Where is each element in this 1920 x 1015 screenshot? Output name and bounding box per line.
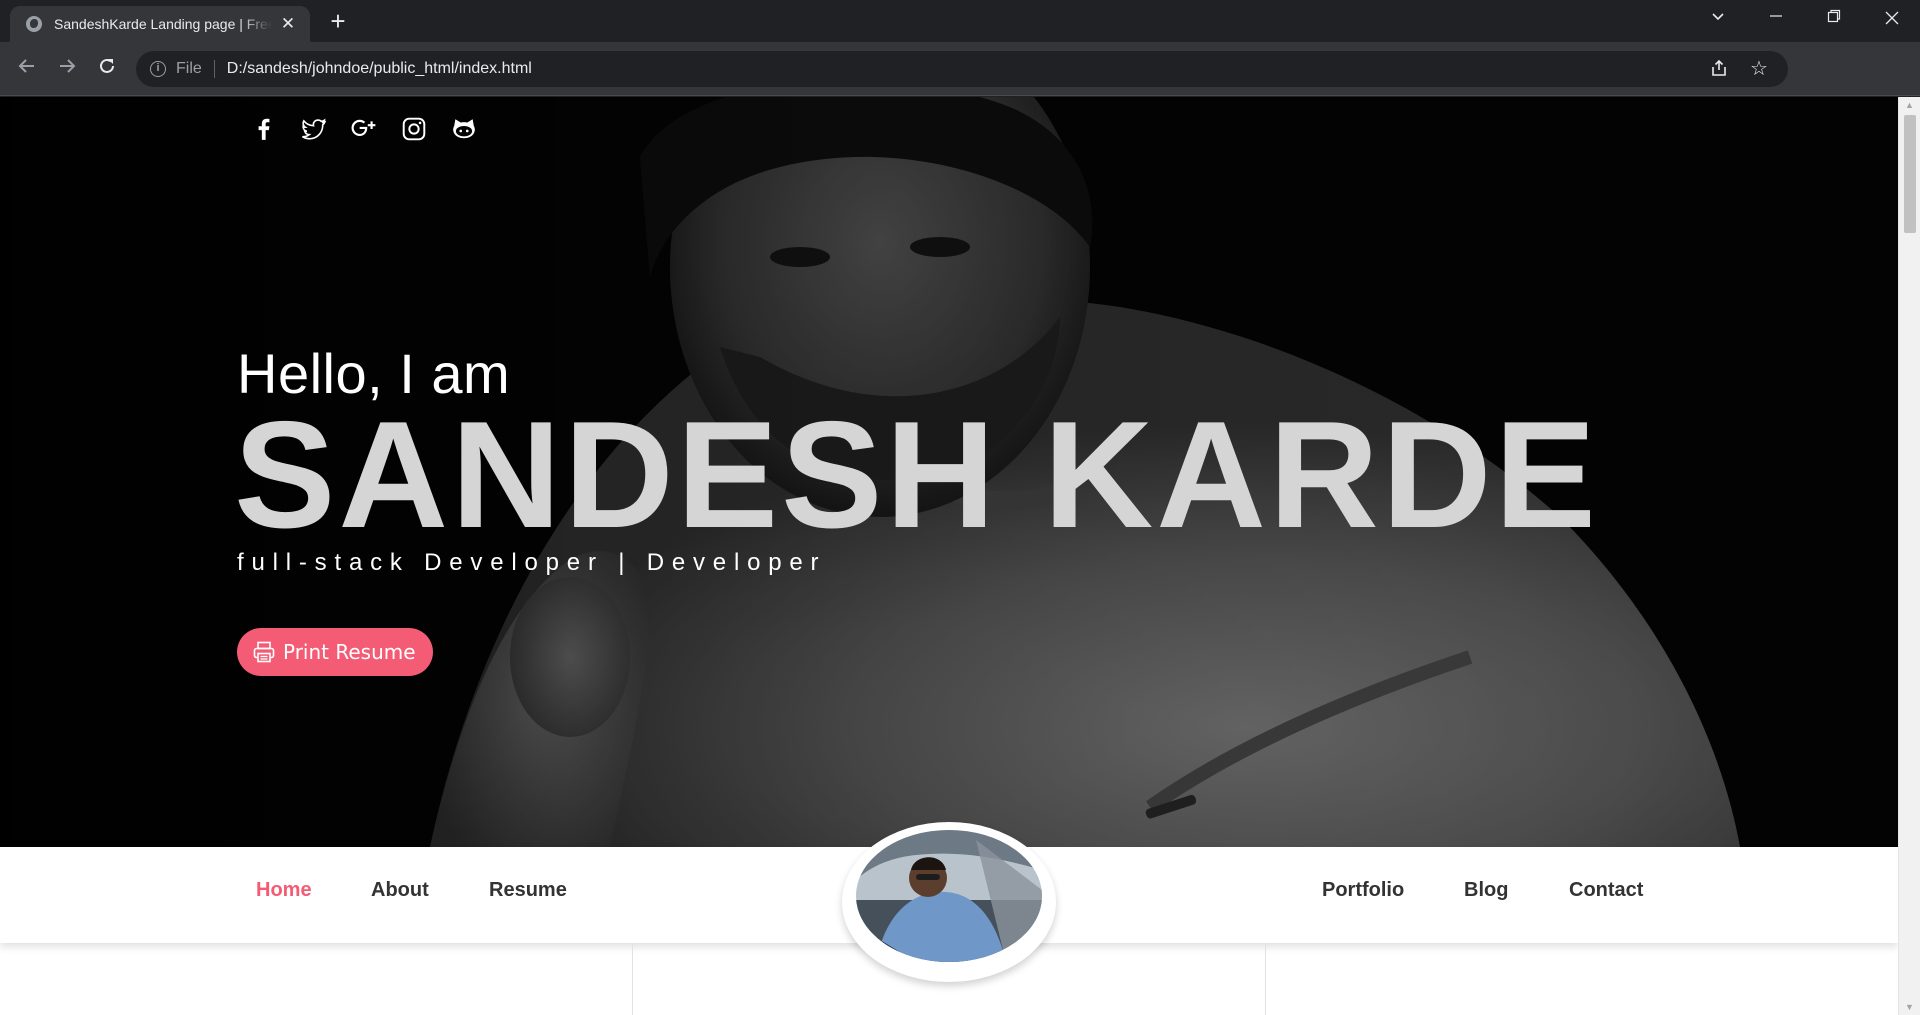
social-links [250, 115, 478, 143]
instagram-icon[interactable] [400, 115, 428, 143]
address-bar[interactable]: i File D:/sandesh/johndoe/public_html/in… [136, 51, 1788, 87]
url-text[interactable]: D:/sandesh/johndoe/public_html/index.htm… [227, 60, 532, 78]
tab-strip: SandeshKarde Landing page | Free Resume … [0, 0, 1920, 42]
hero-section: Hello, I am SANDESH KARDE full-stack Dev… [0, 97, 1898, 847]
scroll-up-icon[interactable]: ▲ [1899, 97, 1920, 113]
new-tab-button[interactable]: + [322, 8, 354, 36]
nav-resume[interactable]: Resume [489, 879, 567, 902]
hero-tagline: full-stack Developer | Developer [237, 549, 827, 576]
github-icon[interactable] [450, 115, 478, 143]
print-resume-button[interactable]: Print Resume [237, 628, 433, 676]
twitter-icon[interactable] [300, 115, 328, 143]
minimize-icon[interactable] [1748, 0, 1804, 40]
reload-icon[interactable] [91, 53, 123, 85]
page-scrollbar[interactable]: ▲ ▼ [1898, 97, 1920, 1015]
print-resume-label: Print Resume [283, 640, 416, 664]
printer-icon [253, 641, 275, 663]
forward-icon[interactable] [51, 53, 83, 85]
browser-tab[interactable]: SandeshKarde Landing page | Free Resume … [10, 6, 310, 42]
star-icon[interactable]: ☆ [1748, 58, 1770, 80]
avatar[interactable] [856, 830, 1042, 962]
nav-about[interactable]: About [371, 879, 429, 902]
browser-toolbar: i File D:/sandesh/johndoe/public_html/in… [0, 42, 1920, 123]
facebook-icon[interactable] [250, 115, 278, 143]
omnibox-separator [213, 60, 215, 78]
tab-close-icon[interactable]: ✕ [278, 14, 298, 34]
page-viewport: Hello, I am SANDESH KARDE full-stack Dev… [0, 97, 1920, 1015]
info-icon[interactable]: i [150, 61, 166, 77]
column-divider [632, 943, 633, 1015]
nav-contact[interactable]: Contact [1569, 879, 1643, 902]
column-divider [1265, 943, 1266, 1015]
nav-home[interactable]: Home [256, 879, 312, 902]
tab-title: SandeshKarde Landing page | Free Resume … [54, 16, 272, 32]
nav-portfolio[interactable]: Portfolio [1322, 879, 1404, 902]
globe-icon [26, 16, 42, 32]
close-icon[interactable] [1864, 0, 1920, 40]
scroll-down-icon[interactable]: ▼ [1899, 999, 1920, 1015]
restore-icon[interactable] [1806, 0, 1862, 40]
share-icon[interactable] [1708, 58, 1730, 80]
nav-blog[interactable]: Blog [1464, 879, 1508, 902]
url-scheme: File [176, 60, 202, 77]
back-icon[interactable] [11, 53, 43, 85]
google-plus-icon[interactable] [350, 115, 378, 143]
hero-name: SANDESH KARDE [234, 390, 1599, 560]
tab-search-icon[interactable] [1690, 0, 1746, 40]
scrollbar-thumb[interactable] [1904, 115, 1916, 233]
